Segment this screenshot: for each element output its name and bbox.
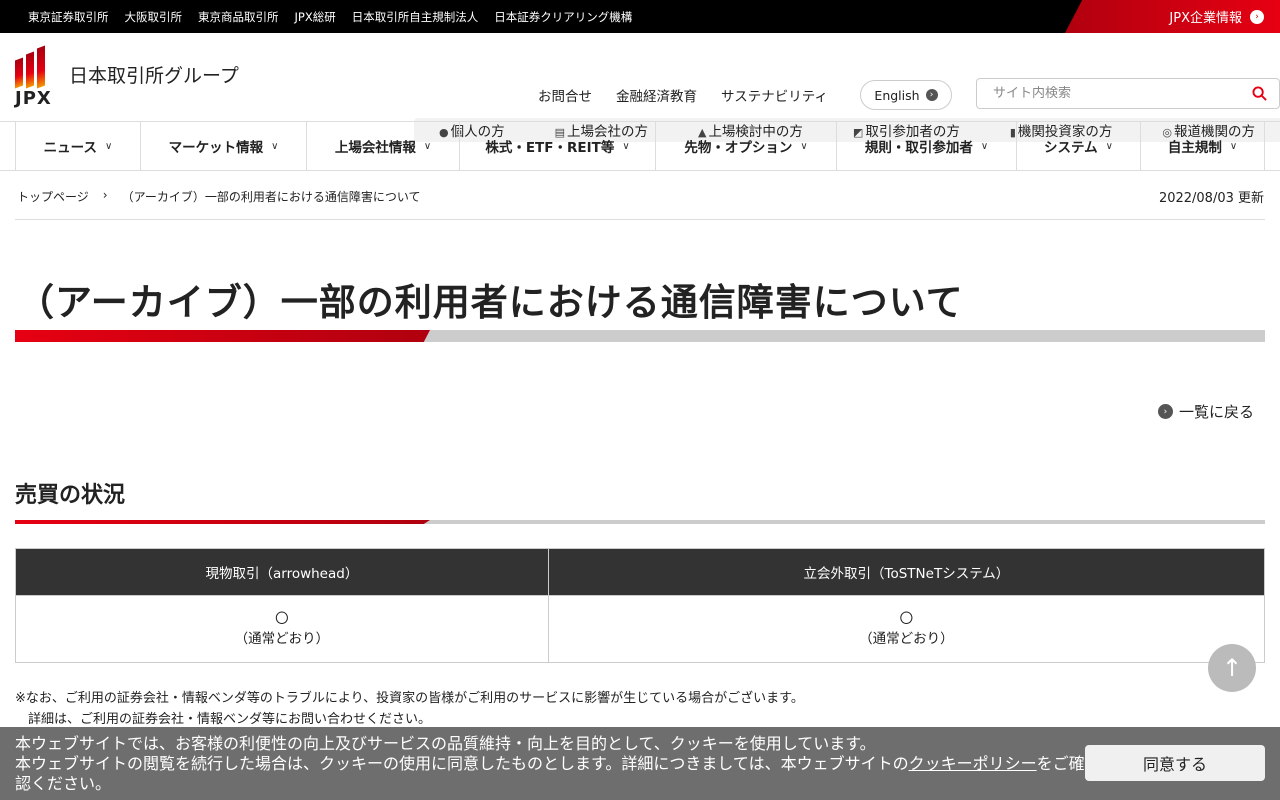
scroll-to-top-button[interactable]: ↑ [1208,644,1256,692]
logo-text: 日本取引所グループ [69,65,239,87]
nav-rules[interactable]: 規則・取引参加者 ∨ [836,122,1016,170]
education-link[interactable]: 金融経済教育 [616,85,697,105]
status-text: （通常どおり） [234,631,330,647]
corporate-info-label: JPX企業情報 [1169,11,1242,26]
group-link[interactable]: 日本証券クリアリング機構 [494,9,632,25]
chevron-down-icon: ∨ [980,140,989,152]
chevron-down-icon: ∨ [271,140,279,152]
table-cell: 〇 （通常どおり） [15,595,549,663]
trading-status-table: 現物取引（arrowhead） 立会外取引（ToSTNeTシステム） 〇 （通常どお… [15,548,1266,663]
status-mark: 〇 [275,611,289,627]
nav-news[interactable]: ニュース ∨ [15,122,140,170]
back-to-list-link[interactable]: › 一覧に戻る [1157,401,1254,422]
contact-link[interactable]: お問合せ [538,85,592,105]
chevron-right-icon: › [102,188,108,202]
chevron-right-icon: › [1157,404,1173,419]
sustainability-link[interactable]: サステナビリティ [721,85,828,105]
title-underline [15,330,1265,342]
nav-listed[interactable]: 上場会社情報 ∨ [306,122,459,170]
site-search [976,78,1280,109]
group-link[interactable]: 東京証券取引所 [28,9,109,25]
back-label: 一覧に戻る [1178,403,1254,421]
nav-derivatives[interactable]: 先物・オプション ∨ [655,122,836,170]
section-heading: 売買の状況 [15,483,126,508]
note: ※なお、ご利用の証券会社・情報ベンダ等のトラブルにより、投資家の皆様がご利用のサ… [15,688,804,730]
cookie-policy-link[interactable]: クッキーポリシー [909,754,1037,773]
chevron-down-icon: ∨ [105,140,113,152]
breadcrumb-current: （アーカイブ）一部の利用者における通信障害について [121,190,421,204]
chevron-right-icon: › [1250,9,1264,24]
search-icon[interactable] [1252,86,1267,101]
cookie-banner: 本ウェブサイトでは、お客様の利便性の向上及びサービスの品質維持・向上を目的として… [0,727,1280,800]
chevron-down-icon: ∨ [423,140,432,152]
logo[interactable]: 日本取引所グループ [15,45,239,88]
agree-button[interactable]: 同意する [1085,745,1265,781]
main-nav: ニュース ∨ マーケット情報 ∨ 上場会社情報 ∨ 株式・ETF・REIT等 ∨ 先物・… [0,121,1280,171]
page-title: （アーカイブ）一部の利用者における通信障害について [17,281,964,324]
nav-system[interactable]: システム ∨ [1016,122,1140,170]
group-link[interactable]: 大阪取引所 [125,9,183,25]
group-link[interactable]: 日本取引所自主規制法人 [352,9,479,25]
status-text: （通常どおり） [859,631,954,647]
header: 日本取引所グループ JPX お問合せ 金融経済教育 サステナビリティ Engli… [0,33,1280,142]
chevron-down-icon: ∨ [622,140,630,152]
breadcrumb-home[interactable]: トップページ [17,188,89,205]
english-label: English [874,87,920,103]
note-line: ※なお、ご利用の証券会社・情報ベンダ等のトラブルにより、投資家の皆様がご利用のサ… [15,691,804,706]
updated-date: 2022/08/03 更新 [1158,191,1264,206]
logo-abbr: JPX [15,88,52,109]
table-header: 立会外取引（ToSTNeTシステム） [547,548,1266,596]
divider [15,219,1265,220]
header-links: お問合せ 金融経済教育 サステナビリティ [538,85,828,105]
breadcrumb: トップページ › （アーカイブ）一部の利用者における通信障害について [17,188,421,205]
arrow-up-icon: ↑ [1221,654,1243,682]
group-link[interactable]: 東京商品取引所 [198,9,279,25]
chevron-down-icon: ∨ [1229,140,1238,152]
chevron-right-icon: › [925,89,938,101]
chevron-down-icon: ∨ [1105,140,1113,152]
table-cell: 〇 （通常どおり） [547,595,1266,663]
nav-self-regulation[interactable]: 自主規制 ∨ [1140,122,1265,170]
table-header: 現物取引（arrowhead） [15,548,549,596]
status-mark: 〇 [899,611,914,627]
group-link[interactable]: JPX総研 [295,9,336,25]
corporate-info-link[interactable]: JPX企業情報 › [1065,0,1280,33]
cookie-message: 本ウェブサイトでは、お客様の利便性の向上及びサービスの品質維持・向上を目的として… [15,734,1085,793]
chevron-down-icon: ∨ [800,140,808,152]
search-input[interactable] [993,86,1252,101]
nav-market[interactable]: マーケット情報 ∨ [140,122,306,170]
section-underline [15,520,1265,524]
group-links-bar: 東京証券取引所 大阪取引所 東京商品取引所 JPX総研 日本取引所自主規制法人 … [0,0,1280,33]
english-button[interactable]: English › [860,80,952,110]
jpx-logo-mark [15,45,57,88]
nav-equities[interactable]: 株式・ETF・REIT等 ∨ [459,122,655,170]
